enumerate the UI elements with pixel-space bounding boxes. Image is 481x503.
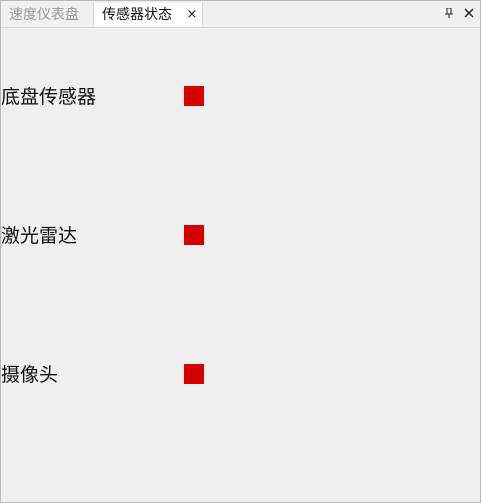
tab-sensor-status[interactable]: 传感器状态 × xyxy=(93,3,203,27)
close-button[interactable] xyxy=(461,5,477,21)
pin-button[interactable] xyxy=(441,5,457,21)
status-indicator xyxy=(184,364,204,384)
sensor-row-chassis: 底盘传感器 xyxy=(1,85,480,109)
pin-icon xyxy=(441,8,457,18)
sensor-label: 底盘传感器 xyxy=(1,86,97,108)
status-indicator xyxy=(184,86,204,106)
sensor-label: 激光雷达 xyxy=(1,225,78,247)
status-indicator xyxy=(184,225,204,245)
sensor-label: 摄像头 xyxy=(1,364,59,386)
sensor-dock-window: 速度仪表盘 传感器状态 × 底盘传感器 激光雷达 摄像头 xyxy=(0,0,481,503)
sensor-status-panel: 底盘传感器 激光雷达 摄像头 xyxy=(1,28,480,502)
tab-label: 速度仪表盘 xyxy=(9,7,79,23)
sensor-row-lidar: 激光雷达 xyxy=(1,224,480,248)
tab-bar: 速度仪表盘 传感器状态 × xyxy=(1,1,480,28)
sensor-row-camera: 摄像头 xyxy=(1,363,480,387)
tab-close-icon[interactable]: × xyxy=(185,3,199,27)
tab-label: 传感器状态 xyxy=(102,7,172,23)
tab-speed-dashboard[interactable]: 速度仪表盘 xyxy=(1,3,92,27)
close-icon xyxy=(461,8,477,18)
